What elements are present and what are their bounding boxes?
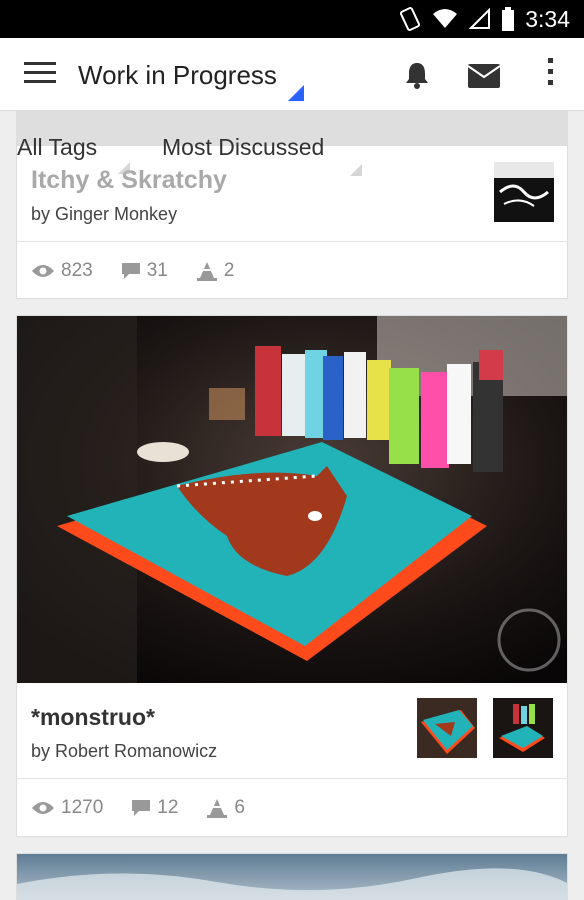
project-author[interactable]: by Robert Romanowicz <box>31 741 217 762</box>
eye-icon <box>32 802 54 814</box>
more-options-icon[interactable] <box>540 58 560 92</box>
comments-stat: 12 <box>131 797 178 819</box>
project-cover-image[interactable] <box>17 854 568 900</box>
app-bar: Work in Progress <box>0 38 584 111</box>
views-count: 1270 <box>61 797 104 818</box>
filter-row: All Tags Most Discussed <box>0 128 584 176</box>
project-author[interactable]: by Ginger Monkey <box>31 204 177 225</box>
signal-icon <box>469 8 491 29</box>
appreciation-cone-icon <box>207 799 228 818</box>
page-title[interactable]: Work in Progress <box>78 60 277 91</box>
project-thumbnail[interactable] <box>417 698 477 758</box>
tag-filter-caret-icon <box>118 162 130 174</box>
menu-icon[interactable] <box>24 62 56 86</box>
project-thumbnail[interactable] <box>493 698 553 758</box>
likes-count: 6 <box>234 797 245 818</box>
sort-filter-dropdown[interactable]: Most Discussed <box>162 134 324 161</box>
bell-icon[interactable] <box>402 60 432 90</box>
comments-stat: 31 <box>121 260 168 282</box>
mail-icon[interactable] <box>467 63 501 89</box>
likes-stat: 6 <box>206 797 245 819</box>
comment-icon <box>132 800 151 816</box>
title-dropdown-icon[interactable] <box>288 85 304 101</box>
battery-icon <box>502 7 515 31</box>
project-thumbnail[interactable] <box>494 162 554 222</box>
wifi-icon <box>433 9 458 28</box>
rotate-icon <box>400 7 421 31</box>
project-title[interactable]: *monstruo* <box>31 704 155 731</box>
project-cover-image[interactable] <box>17 316 567 683</box>
status-time: 3:34 <box>525 5 570 32</box>
comment-icon <box>121 263 140 279</box>
likes-count: 2 <box>223 260 235 281</box>
status-bar: 3:34 <box>0 0 584 38</box>
project-card[interactable]: *monstruo* by Robert Romanowicz 1270 12 <box>16 315 569 837</box>
appreciation-cone-icon <box>196 262 217 281</box>
likes-stat: 2 <box>196 260 235 282</box>
eye-icon <box>32 265 54 277</box>
sort-filter-caret-icon <box>350 164 362 176</box>
views-stat: 823 <box>31 260 93 282</box>
tag-filter-dropdown[interactable]: All Tags <box>17 134 97 161</box>
project-card[interactable] <box>16 853 568 900</box>
views-stat: 1270 <box>31 797 103 819</box>
project-card[interactable]: Itchy & Skratchy by Ginger Monkey 823 31… <box>16 145 569 299</box>
comments-count: 12 <box>157 797 179 818</box>
comments-count: 31 <box>146 260 168 281</box>
views-count: 823 <box>61 260 93 281</box>
